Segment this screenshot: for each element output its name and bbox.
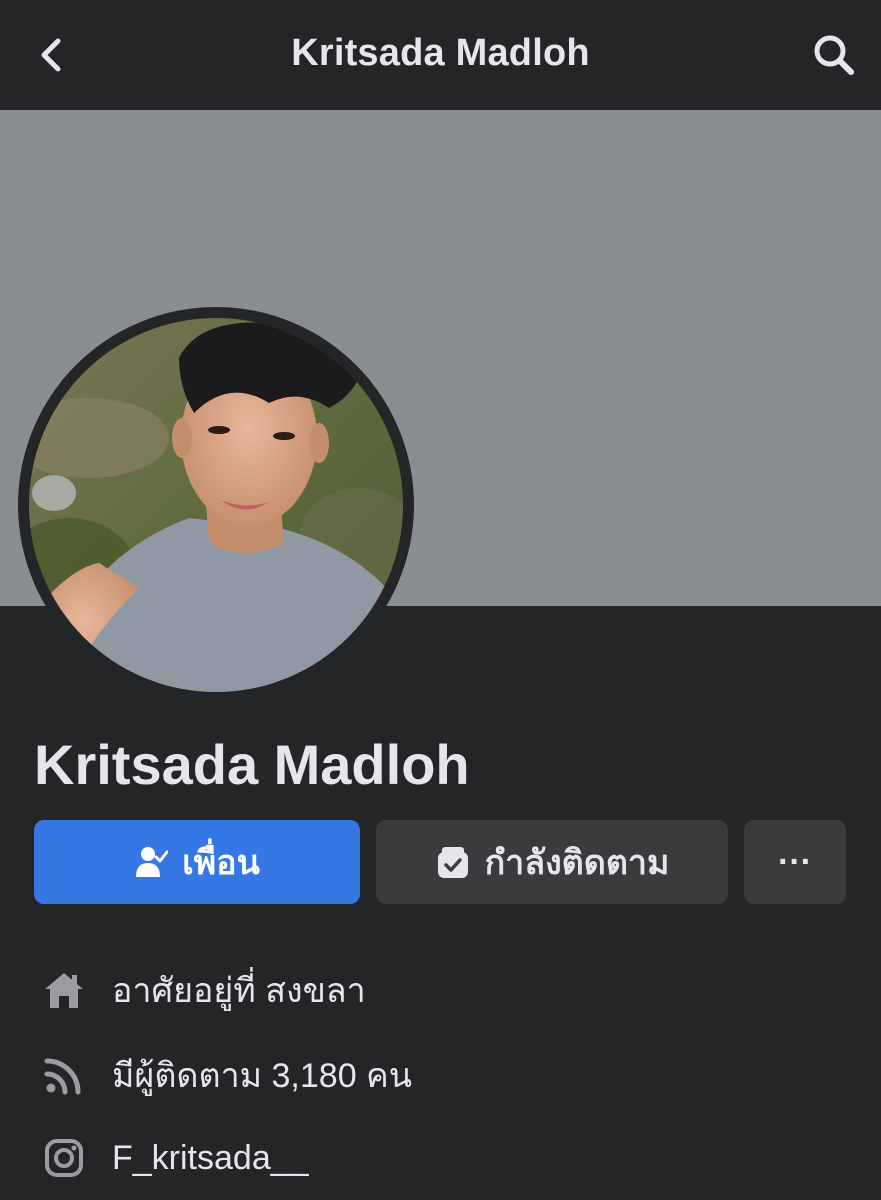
friends-button[interactable]: เพื่อน [34, 820, 360, 904]
more-dots-icon: ··· [778, 842, 812, 881]
friends-button-label: เพื่อน [182, 844, 260, 882]
profile-picture[interactable] [29, 318, 403, 692]
friend-check-icon [134, 845, 169, 879]
search-icon [814, 35, 854, 75]
search-button[interactable] [809, 30, 859, 80]
more-options-button[interactable]: ··· [744, 820, 846, 904]
instagram-icon [42, 1136, 86, 1180]
following-icon [435, 844, 471, 880]
top-bar: Kritsada Madloh [0, 0, 881, 110]
detail-location-text: อาศัยอยู่ที่ สงขลา [112, 972, 366, 1010]
detail-instagram-text: F_kritsada__ [112, 1138, 309, 1177]
following-button-label: กำลังติดตาม [484, 844, 670, 882]
rss-icon [42, 1053, 86, 1097]
home-icon [42, 968, 86, 1012]
page-title: Kritsada Madloh [291, 32, 590, 74]
detail-instagram[interactable]: F_kritsada__ [42, 1128, 309, 1188]
detail-followers-text: มีผู้ติดตาม 3,180 คน [112, 1057, 413, 1095]
profile-name: Kritsada Madloh [34, 733, 470, 796]
detail-followers: มีผู้ติดตาม 3,180 คน [42, 1045, 412, 1105]
following-button[interactable]: กำลังติดตาม [376, 820, 728, 904]
detail-location: อาศัยอยู่ที่ สงขลา [42, 960, 366, 1020]
